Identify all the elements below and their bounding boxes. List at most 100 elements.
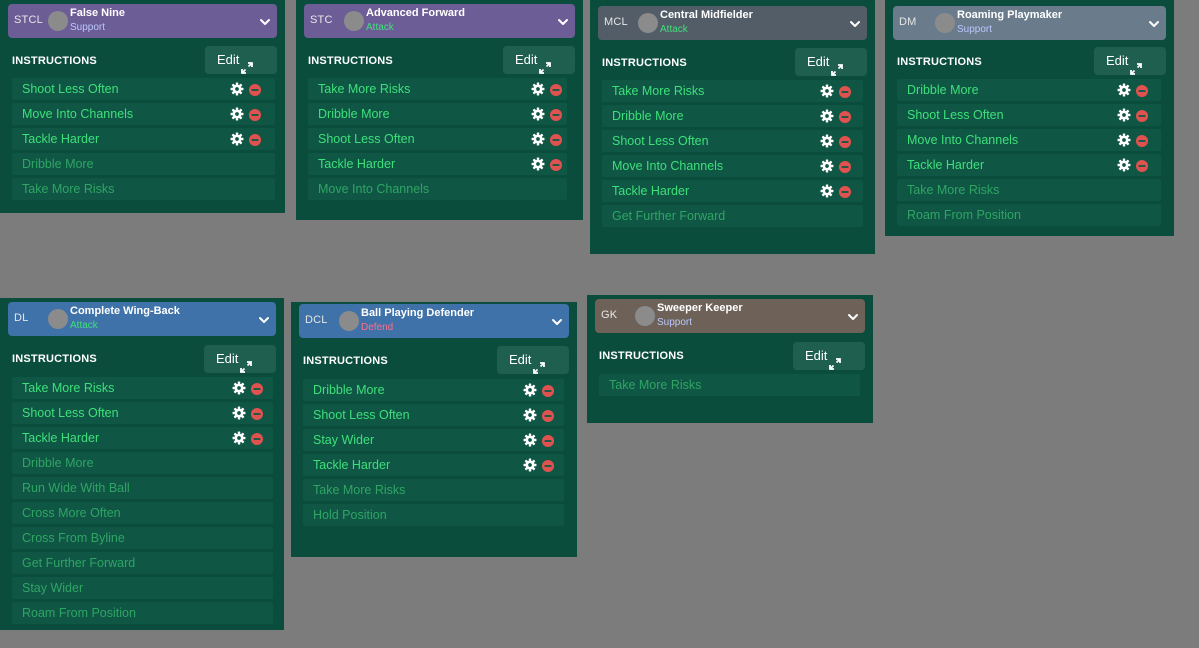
instruction-row[interactable]: Tackle Harder <box>602 180 863 202</box>
instruction-row[interactable]: Dribble More <box>602 105 863 127</box>
instruction-row[interactable]: Cross More Often <box>12 502 273 524</box>
instruction-row[interactable]: Get Further Forward <box>12 552 273 574</box>
role-selector[interactable]: MCL Central Midfielder Attack <box>598 6 867 40</box>
edit-button[interactable]: Edit <box>204 345 276 373</box>
instruction-row[interactable]: Move Into Channels <box>12 103 275 125</box>
instruction-row[interactable]: Tackle Harder <box>308 153 567 175</box>
remove-icon[interactable] <box>839 85 851 98</box>
remove-icon[interactable] <box>249 133 261 146</box>
gear-icon[interactable] <box>1117 83 1131 97</box>
gear-icon[interactable] <box>523 458 537 472</box>
instruction-row[interactable]: Tackle Harder <box>897 154 1161 176</box>
instruction-row[interactable]: Move Into Channels <box>897 129 1161 151</box>
chevron-down-icon[interactable] <box>849 17 861 29</box>
instruction-row[interactable]: Take More Risks <box>308 78 567 100</box>
remove-icon[interactable] <box>839 160 851 173</box>
chevron-down-icon[interactable] <box>259 15 271 27</box>
chevron-down-icon[interactable] <box>557 15 569 27</box>
instruction-row[interactable]: Dribble More <box>308 103 567 125</box>
instruction-row[interactable]: Dribble More <box>897 79 1161 101</box>
remove-icon[interactable] <box>249 108 261 121</box>
remove-icon[interactable] <box>550 133 562 146</box>
instruction-row[interactable]: Roam From Position <box>897 204 1161 226</box>
role-selector[interactable]: DL Complete Wing-Back Attack <box>8 302 276 336</box>
gear-icon[interactable] <box>820 134 834 148</box>
gear-icon[interactable] <box>820 184 834 198</box>
instruction-row[interactable]: Stay Wider <box>12 577 273 599</box>
edit-button[interactable]: Edit <box>795 48 867 76</box>
remove-icon[interactable] <box>251 432 263 445</box>
gear-icon[interactable] <box>820 109 834 123</box>
edit-button[interactable]: Edit <box>205 46 277 74</box>
remove-icon[interactable] <box>1136 84 1148 97</box>
instruction-row[interactable]: Take More Risks <box>599 374 860 396</box>
gear-icon[interactable] <box>820 159 834 173</box>
gear-icon[interactable] <box>230 132 244 146</box>
remove-icon[interactable] <box>542 384 554 397</box>
gear-icon[interactable] <box>523 433 537 447</box>
gear-icon[interactable] <box>230 82 244 96</box>
gear-icon[interactable] <box>1117 133 1131 147</box>
remove-icon[interactable] <box>839 185 851 198</box>
edit-button[interactable]: Edit <box>497 346 569 374</box>
gear-icon[interactable] <box>531 107 545 121</box>
instruction-row[interactable]: Shoot Less Often <box>308 128 567 150</box>
role-selector[interactable]: DM Roaming Playmaker Support <box>893 6 1166 40</box>
role-selector[interactable]: DCL Ball Playing Defender Defend <box>299 304 569 338</box>
instruction-row[interactable]: Shoot Less Often <box>602 130 863 152</box>
remove-icon[interactable] <box>1136 134 1148 147</box>
instruction-row[interactable]: Dribble More <box>12 153 275 175</box>
gear-icon[interactable] <box>230 107 244 121</box>
instruction-row[interactable]: Shoot Less Often <box>303 404 564 426</box>
remove-icon[interactable] <box>550 83 562 96</box>
edit-button[interactable]: Edit <box>503 46 575 74</box>
instruction-row[interactable]: Shoot Less Often <box>12 78 275 100</box>
instruction-row[interactable]: Take More Risks <box>897 179 1161 201</box>
instruction-row[interactable]: Get Further Forward <box>602 205 863 227</box>
remove-icon[interactable] <box>550 108 562 121</box>
instruction-row[interactable]: Tackle Harder <box>12 427 273 449</box>
remove-icon[interactable] <box>542 459 554 472</box>
remove-icon[interactable] <box>542 434 554 447</box>
remove-icon[interactable] <box>839 135 851 148</box>
gear-icon[interactable] <box>232 406 246 420</box>
instruction-row[interactable]: Dribble More <box>12 452 273 474</box>
instruction-row[interactable]: Hold Position <box>303 504 564 526</box>
instruction-row[interactable]: Take More Risks <box>12 377 273 399</box>
remove-icon[interactable] <box>251 382 263 395</box>
instruction-row[interactable]: Take More Risks <box>303 479 564 501</box>
edit-button[interactable]: Edit <box>1094 47 1166 75</box>
gear-icon[interactable] <box>523 408 537 422</box>
instruction-row[interactable]: Cross From Byline <box>12 527 273 549</box>
remove-icon[interactable] <box>1136 159 1148 172</box>
instruction-row[interactable]: Run Wide With Ball <box>12 477 273 499</box>
gear-icon[interactable] <box>531 132 545 146</box>
remove-icon[interactable] <box>550 158 562 171</box>
instruction-row[interactable]: Shoot Less Often <box>897 104 1161 126</box>
role-selector[interactable]: GK Sweeper Keeper Support <box>595 299 865 333</box>
gear-icon[interactable] <box>523 383 537 397</box>
role-selector[interactable]: STCL False Nine Support <box>8 4 277 38</box>
instruction-row[interactable]: Stay Wider <box>303 429 564 451</box>
remove-icon[interactable] <box>542 409 554 422</box>
instruction-row[interactable]: Move Into Channels <box>308 178 567 200</box>
chevron-down-icon[interactable] <box>1148 17 1160 29</box>
chevron-down-icon[interactable] <box>258 313 270 325</box>
gear-icon[interactable] <box>531 157 545 171</box>
instruction-row[interactable]: Roam From Position <box>12 602 273 624</box>
chevron-down-icon[interactable] <box>551 315 563 327</box>
chevron-down-icon[interactable] <box>847 310 859 322</box>
remove-icon[interactable] <box>1136 109 1148 122</box>
remove-icon[interactable] <box>839 110 851 123</box>
role-selector[interactable]: STC Advanced Forward Attack <box>304 4 575 38</box>
gear-icon[interactable] <box>1117 158 1131 172</box>
gear-icon[interactable] <box>232 431 246 445</box>
instruction-row[interactable]: Move Into Channels <box>602 155 863 177</box>
gear-icon[interactable] <box>531 82 545 96</box>
instruction-row[interactable]: Tackle Harder <box>12 128 275 150</box>
remove-icon[interactable] <box>249 83 261 96</box>
instruction-row[interactable]: Tackle Harder <box>303 454 564 476</box>
gear-icon[interactable] <box>232 381 246 395</box>
edit-button[interactable]: Edit <box>793 342 865 370</box>
remove-icon[interactable] <box>251 407 263 420</box>
